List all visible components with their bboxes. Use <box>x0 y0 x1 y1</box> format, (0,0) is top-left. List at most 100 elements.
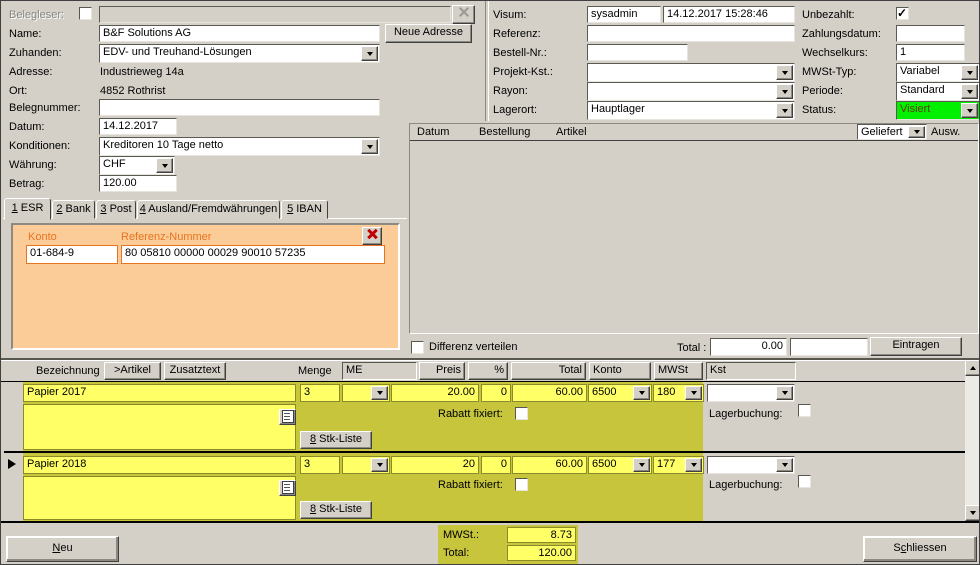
belegleser-clear-button[interactable] <box>452 5 475 24</box>
tab-post[interactable]: 3 Post <box>96 200 136 219</box>
dropdown-arrow-icon[interactable] <box>361 139 378 154</box>
dropdown-arrow-icon[interactable] <box>633 386 650 400</box>
row1-preis-input[interactable]: 20.00 <box>391 384 479 402</box>
row1-rabatt-fixiert-checkbox[interactable] <box>515 407 528 420</box>
projekt-kst-select[interactable] <box>587 63 795 82</box>
konditionen-select[interactable]: Kreditoren 10 Tage netto <box>99 137 380 156</box>
dropdown-arrow-icon[interactable] <box>776 84 793 99</box>
items-header-zusatztext-button[interactable]: Zusatztext <box>164 362 226 380</box>
scrollbar-up-arrow-icon[interactable] <box>965 360 980 376</box>
items-header-total-button[interactable]: Total <box>511 362 586 380</box>
esr-clear-button[interactable] <box>362 227 382 245</box>
row1-konto-select[interactable]: 6500 <box>588 384 652 402</box>
items-header-preis-button[interactable]: Preis <box>419 362 465 380</box>
row2-konto-select[interactable]: 6500 <box>588 456 652 474</box>
dropdown-arrow-icon[interactable] <box>776 65 793 80</box>
dropdown-arrow-icon[interactable] <box>361 46 378 61</box>
lagerort-select[interactable]: Hauptlager <box>587 101 795 120</box>
row1-total-input[interactable]: 60.00 <box>512 384 587 402</box>
name-input[interactable]: B&F Solutions AG <box>99 25 380 42</box>
row1-stk-liste-button[interactable]: 8 Stk-Liste <box>300 431 372 449</box>
dropdown-arrow-icon[interactable] <box>776 458 793 472</box>
dropdown-arrow-icon[interactable] <box>961 103 978 118</box>
row1-me-select[interactable] <box>342 384 390 402</box>
scrollbar-down-arrow-icon[interactable] <box>965 505 980 521</box>
waehrung-select[interactable]: CHF <box>99 156 175 175</box>
unbezahlt-checkbox[interactable] <box>896 7 909 20</box>
row1-zusatztext-textarea[interactable] <box>23 404 296 450</box>
items-header-bezeichnung: Bezeichnung <box>36 365 100 378</box>
zuhanden-select[interactable]: EDV- und Treuhand-Lösungen <box>99 44 380 63</box>
row1-percent-input[interactable]: 0 <box>481 384 511 402</box>
row2-percent-input[interactable]: 0 <box>481 456 511 474</box>
visum-user-input[interactable]: sysadmin <box>587 6 661 23</box>
tab-ausland-fremdwaehrungen[interactable]: 4 Ausland/Fremdwährungen <box>137 200 280 219</box>
schliessen-button[interactable]: Schliessen <box>863 536 977 562</box>
dropdown-arrow-icon[interactable] <box>633 458 650 472</box>
konditionen-value: Kreditoren 10 Tage netto <box>103 139 223 151</box>
row2-preis-input[interactable]: 20 <box>391 456 479 474</box>
row2-me-select[interactable] <box>342 456 390 474</box>
adresse-label: Adresse: <box>9 66 52 79</box>
ausw-label: Ausw. <box>931 126 960 139</box>
visum-datetime-input[interactable]: 14.12.2017 15:28:46 <box>663 6 795 23</box>
mwst-typ-select[interactable]: Variabel <box>896 63 980 82</box>
items-header-konto-button[interactable]: Konto <box>589 362 651 380</box>
row2-mwst-select[interactable]: 177 <box>653 456 704 474</box>
dropdown-arrow-icon[interactable] <box>961 65 978 80</box>
dropdown-arrow-icon[interactable] <box>961 84 978 99</box>
eintragen-button[interactable]: Eintragen <box>870 337 962 356</box>
belegnummer-input[interactable] <box>99 99 380 116</box>
dropdown-arrow-icon[interactable] <box>685 386 702 400</box>
wechselkurs-input[interactable]: 1 <box>896 44 965 61</box>
status-select[interactable]: Visiert <box>896 101 980 120</box>
row1-bezeichnung-input[interactable]: Papier 2017 <box>23 384 296 402</box>
geliefert-select[interactable]: Geliefert <box>857 124 927 140</box>
dropdown-arrow-icon[interactable] <box>776 386 793 400</box>
items-header-artikel-button[interactable]: >Artikel <box>104 362 161 380</box>
tab-bank[interactable]: 2 Bank <box>52 200 95 219</box>
rayon-select[interactable] <box>587 82 795 101</box>
row1-mwst-select[interactable]: 180 <box>653 384 704 402</box>
bestellnr-input[interactable] <box>587 44 688 61</box>
neu-button[interactable]: Neu <box>6 536 119 562</box>
items-header-mwst-button[interactable]: MWSt <box>654 362 703 380</box>
row2-zusatztext-textarea[interactable] <box>23 476 296 520</box>
row2-bezeichnung-input[interactable]: Papier 2018 <box>23 456 296 474</box>
dropdown-arrow-icon[interactable] <box>908 126 925 138</box>
row2-memo-button[interactable] <box>279 480 296 496</box>
items-scrollbar-track[interactable] <box>965 360 980 521</box>
dropdown-arrow-icon[interactable] <box>156 158 173 173</box>
zahlungsdatum-input[interactable] <box>896 25 965 42</box>
dropdown-arrow-icon[interactable] <box>371 458 388 472</box>
row1-menge-input[interactable]: 3 <box>300 384 340 402</box>
betrag-input[interactable]: 120.00 <box>99 175 177 192</box>
diff-total-input[interactable]: 0.00 <box>710 338 787 356</box>
belegleser-checkbox[interactable] <box>79 7 92 20</box>
dropdown-arrow-icon[interactable] <box>371 386 388 400</box>
mwst-typ-value: Variabel <box>900 65 940 77</box>
row1-lagerbuchung-checkbox[interactable] <box>798 404 811 417</box>
dropdown-arrow-icon[interactable] <box>685 458 702 472</box>
row2-total-input[interactable]: 60.00 <box>512 456 587 474</box>
referenz-nummer-input[interactable]: 80 05810 00000 00029 90010 57235 <box>121 245 385 264</box>
differenz-verteilen-checkbox[interactable] <box>411 341 424 354</box>
row1-memo-button[interactable] <box>279 409 296 425</box>
row1-kst-select[interactable] <box>707 384 795 402</box>
konto-input[interactable]: 01-684-9 <box>26 245 118 264</box>
row2-stk-liste-button[interactable]: 8 Stk-Liste <box>300 501 372 519</box>
row2-lagerbuchung-checkbox[interactable] <box>798 475 811 488</box>
row2-rabatt-fixiert-checkbox[interactable] <box>515 478 528 491</box>
row2-menge-input[interactable]: 3 <box>300 456 340 474</box>
datum-input[interactable]: 14.12.2017 <box>99 118 177 135</box>
items-table-bottom-border <box>1 521 980 523</box>
periode-select[interactable]: Standard <box>896 82 980 101</box>
row2-kst-select[interactable] <box>707 456 795 474</box>
tab-esr[interactable]: 1 ESR <box>4 198 51 220</box>
neue-adresse-button[interactable]: Neue Adresse <box>385 24 472 43</box>
diff-extra-input[interactable] <box>790 338 868 356</box>
referenz-input[interactable] <box>587 25 795 42</box>
tab-iban[interactable]: 5 IBAN <box>281 200 328 219</box>
dropdown-arrow-icon[interactable] <box>776 103 793 118</box>
items-header-percent-button[interactable]: % <box>468 362 508 380</box>
